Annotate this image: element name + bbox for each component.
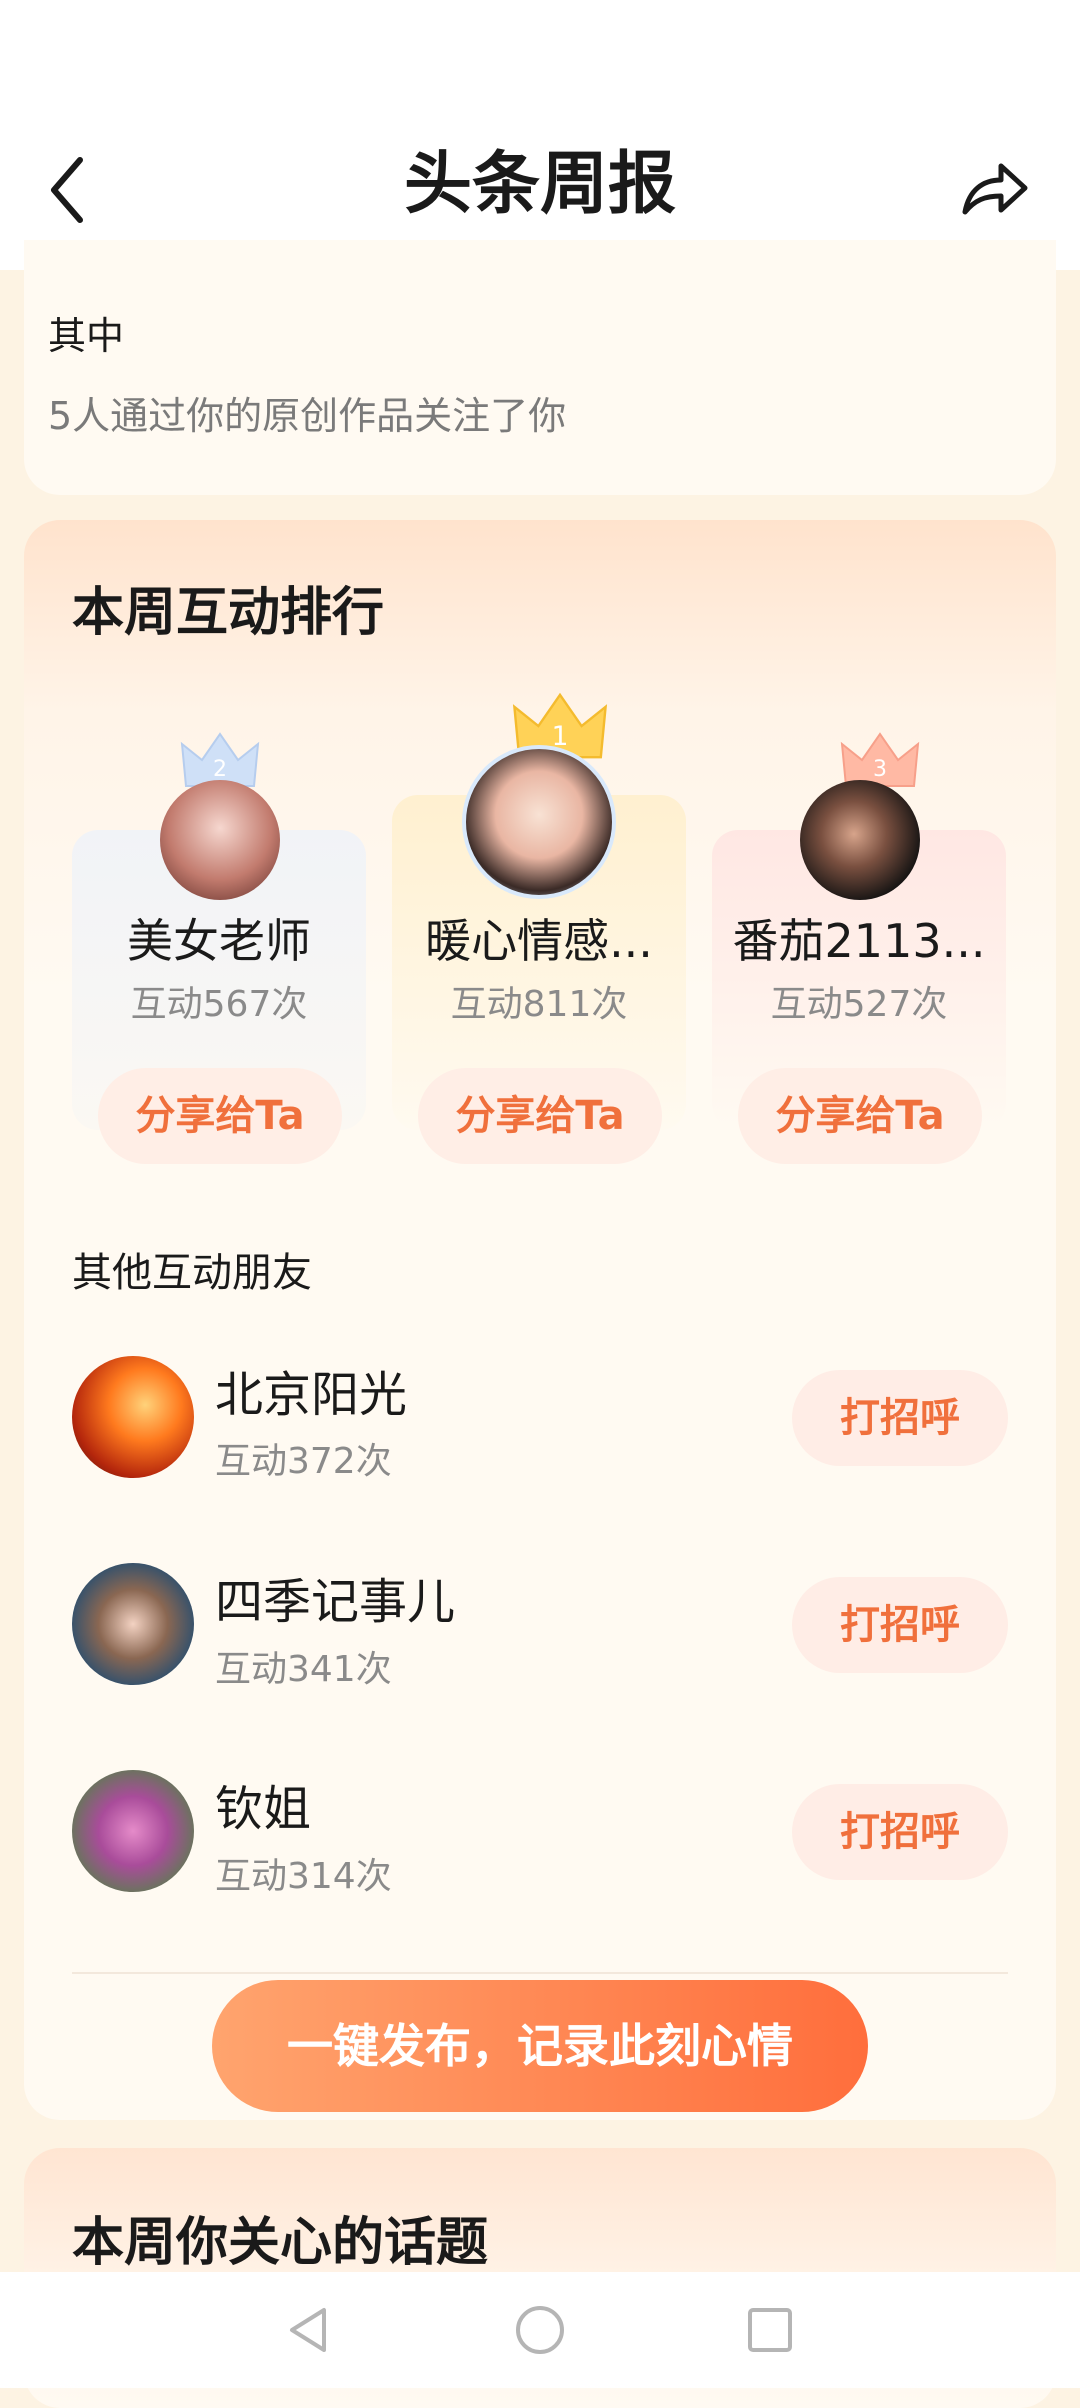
triangle-back-icon[interactable] bbox=[282, 2302, 338, 2358]
friend-avatar[interactable] bbox=[72, 1356, 194, 1478]
one-click-publish-button[interactable]: 一键发布，记录此刻心情 bbox=[212, 1980, 868, 2112]
share-to-user-button[interactable]: 分享给Ta bbox=[738, 1068, 982, 1164]
share-arrow-icon bbox=[962, 163, 1028, 215]
friend-name[interactable]: 北京阳光 bbox=[215, 1355, 407, 1425]
friend-count: 互动372次 bbox=[215, 1441, 392, 1482]
other-friends-title: 其他互动朋友 bbox=[72, 1250, 312, 1296]
top-count-2: 互动567次 bbox=[130, 984, 308, 1025]
summary-text: 5人通过你的原创作品关注了你 bbox=[48, 394, 567, 438]
square-recent-icon[interactable] bbox=[742, 2302, 798, 2358]
avatar-top-1[interactable] bbox=[462, 745, 616, 899]
summary-label: 其中 bbox=[48, 314, 125, 358]
friend-avatar[interactable] bbox=[72, 1770, 194, 1892]
rank-number: 3 bbox=[873, 757, 887, 782]
topics-title: 本周你关心的话题 bbox=[72, 2213, 489, 2273]
share-to-user-button[interactable]: 分享给Ta bbox=[98, 1068, 342, 1164]
followers-summary-card bbox=[24, 240, 1056, 495]
share-to-user-button[interactable]: 分享给Ta bbox=[418, 1068, 662, 1164]
top-name-3[interactable]: 番茄2113... bbox=[699, 905, 1019, 971]
divider bbox=[72, 1972, 1008, 1974]
say-hello-button[interactable]: 打招呼 bbox=[792, 1784, 1008, 1880]
say-hello-button[interactable]: 打招呼 bbox=[792, 1577, 1008, 1673]
top-count-1: 互动811次 bbox=[450, 984, 628, 1025]
page-title: 头条周报 bbox=[403, 145, 676, 224]
friend-count: 互动314次 bbox=[215, 1856, 392, 1897]
ranking-title: 本周互动排行 bbox=[72, 583, 385, 643]
say-hello-button[interactable]: 打招呼 bbox=[792, 1370, 1008, 1466]
top-name-1[interactable]: 暖心情感... bbox=[379, 905, 699, 971]
top-count-3: 互动527次 bbox=[770, 984, 948, 1025]
friend-name[interactable]: 钦姐 bbox=[215, 1769, 311, 1839]
friend-count: 互动341次 bbox=[215, 1649, 392, 1690]
top-name-2[interactable]: 美女老师 bbox=[59, 905, 379, 971]
share-button[interactable] bbox=[955, 150, 1035, 230]
friend-avatar[interactable] bbox=[72, 1563, 194, 1685]
avatar-top-2[interactable] bbox=[160, 780, 280, 900]
system-nav-bar bbox=[0, 2272, 1080, 2388]
circle-home-icon[interactable] bbox=[512, 2302, 568, 2358]
avatar-top-3[interactable] bbox=[800, 780, 920, 900]
rank-number: 2 bbox=[213, 757, 227, 782]
friend-name[interactable]: 四季记事儿 bbox=[215, 1562, 455, 1632]
